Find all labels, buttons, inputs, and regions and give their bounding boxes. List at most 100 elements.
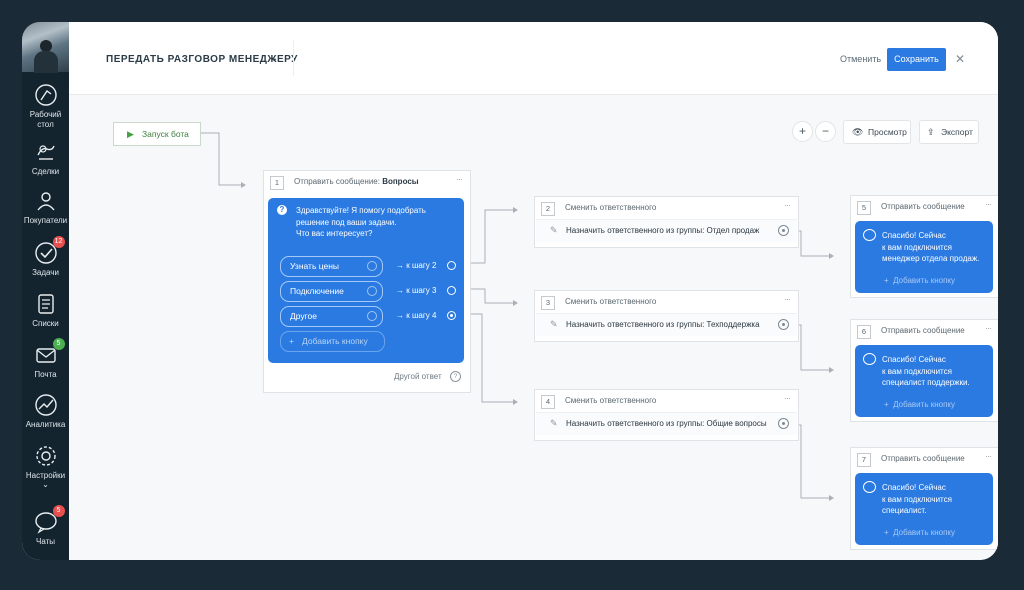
node-title: Отправить сообщение bbox=[881, 202, 965, 211]
export-button[interactable]: ⇪ Экспорт bbox=[919, 120, 979, 144]
sidebar-item-tasks[interactable]: 12 Задачи bbox=[22, 236, 69, 278]
start-node[interactable]: ▶ Запуск бота bbox=[113, 122, 201, 146]
message-node[interactable]: 7 Отправить сообщение ··· Спасибо! Сейча… bbox=[850, 447, 998, 550]
avatar[interactable] bbox=[22, 22, 69, 73]
output-port[interactable] bbox=[447, 286, 456, 295]
chat-icon bbox=[863, 481, 876, 493]
goto-label: → к шагу 4 bbox=[396, 311, 437, 320]
more-icon[interactable]: ··· bbox=[784, 294, 791, 304]
target-icon[interactable] bbox=[778, 418, 789, 429]
node-number: 2 bbox=[541, 202, 555, 216]
preview-label: Просмотр bbox=[868, 127, 907, 137]
assign-node[interactable]: 3 Сменить ответственного ··· ✎ Назначить… bbox=[534, 290, 799, 342]
message-bubble: Спасибо! Сейчас к вам подключится специа… bbox=[855, 473, 993, 545]
assign-row[interactable]: ✎ Назначить ответственного из группы: От… bbox=[536, 219, 797, 242]
more-icon[interactable]: ··· bbox=[784, 200, 791, 210]
assign-text: Назначить ответственного из группы: Отде… bbox=[566, 226, 760, 235]
sidebar-item-customers[interactable]: Покупатели bbox=[22, 188, 69, 226]
assign-row[interactable]: ✎ Назначить ответственного из группы: Об… bbox=[536, 412, 797, 435]
node-title: Отправить сообщение: Вопросы bbox=[294, 177, 419, 186]
option-button[interactable]: Другое bbox=[280, 306, 383, 327]
pencil-icon: ✎ bbox=[550, 418, 558, 428]
eye-icon: 👁 bbox=[852, 127, 864, 137]
chat-icon bbox=[863, 229, 876, 241]
pencil-icon: ✎ bbox=[550, 225, 558, 235]
preview-button[interactable]: 👁 Просмотр bbox=[843, 120, 911, 144]
export-label: Экспорт bbox=[941, 127, 973, 137]
more-icon[interactable]: ··· bbox=[985, 323, 992, 333]
sidebar-item-settings[interactable]: Настройки ⌄ bbox=[22, 443, 69, 489]
node-number: 3 bbox=[541, 296, 555, 310]
divider bbox=[293, 40, 294, 76]
more-icon[interactable]: ··· bbox=[985, 451, 992, 461]
cancel-button[interactable]: Отменить bbox=[840, 54, 881, 64]
assign-node[interactable]: 2 Сменить ответственного ··· ✎ Назначить… bbox=[534, 196, 799, 248]
node-title: Сменить ответственного bbox=[565, 396, 657, 405]
node-title: Отправить сообщение bbox=[881, 454, 965, 463]
sidebar-item-label: Списки bbox=[32, 319, 59, 328]
assign-text: Назначить ответственного из группы: Техп… bbox=[566, 320, 760, 329]
add-button[interactable]: + Добавить кнопку bbox=[280, 331, 385, 352]
add-button[interactable]: + Добавить кнопку bbox=[884, 528, 955, 537]
plus-icon: + bbox=[289, 336, 294, 346]
play-icon: ▶ bbox=[127, 129, 134, 139]
node-number: 7 bbox=[857, 453, 871, 467]
chats-icon: 5 bbox=[33, 505, 65, 535]
message-node[interactable]: 5 Отправить сообщение ··· Спасибо! Сейча… bbox=[850, 195, 998, 298]
message-bubble: Спасибо! Сейчас к вам подключится менедж… bbox=[855, 221, 993, 293]
goto-label: → к шагу 3 bbox=[396, 286, 437, 295]
node-number: 1 bbox=[270, 176, 284, 190]
output-port[interactable] bbox=[447, 261, 456, 270]
node-number: 5 bbox=[857, 201, 871, 215]
mail-icon: 5 bbox=[33, 338, 65, 368]
target-icon[interactable] bbox=[778, 319, 789, 330]
help-icon[interactable]: ? bbox=[450, 371, 461, 382]
flow-canvas[interactable]: + − 👁 Просмотр ⇪ Экспорт ▶ Запуск бота 1… bbox=[69, 94, 998, 560]
option-button[interactable]: Узнать цены bbox=[280, 256, 383, 277]
sidebar-item-label: Аналитика bbox=[25, 420, 66, 429]
collapse-icon[interactable]: ⌄ bbox=[22, 481, 69, 489]
sidebar-item-desktop[interactable]: Рабочий стол bbox=[22, 82, 69, 130]
message-node[interactable]: 6 Отправить сообщение ··· Спасибо! Сейча… bbox=[850, 319, 998, 422]
more-icon[interactable]: ··· bbox=[784, 393, 791, 403]
tasks-badge: 12 bbox=[52, 236, 65, 248]
add-button[interactable]: + Добавить кнопку bbox=[884, 276, 955, 285]
assign-node[interactable]: 4 Сменить ответственного ··· ✎ Назначить… bbox=[534, 389, 799, 441]
add-button[interactable]: + Добавить кнопку bbox=[884, 400, 955, 409]
more-icon[interactable]: ··· bbox=[456, 174, 463, 184]
sidebar-item-mail[interactable]: 5 Почта bbox=[22, 338, 69, 380]
deals-icon bbox=[33, 139, 59, 165]
sidebar-item-lists[interactable]: Списки bbox=[22, 291, 69, 329]
node-title: Отправить сообщение bbox=[881, 326, 965, 335]
message-bubble: Спасибо! Сейчас к вам подключится специа… bbox=[855, 345, 993, 417]
tasks-icon: 12 bbox=[33, 236, 65, 266]
target-icon[interactable] bbox=[778, 225, 789, 236]
save-button[interactable]: Сохранить bbox=[887, 48, 946, 71]
assign-row[interactable]: ✎ Назначить ответственного из группы: Те… bbox=[536, 313, 797, 336]
message-text: Спасибо! Сейчас к вам подключится специа… bbox=[882, 483, 952, 515]
zoom-out-button[interactable]: − bbox=[815, 121, 836, 142]
start-node-label: Запуск бота bbox=[142, 129, 189, 139]
option-button[interactable]: Подключение bbox=[280, 281, 383, 302]
sidebar-item-label: Сделки bbox=[31, 167, 60, 176]
more-icon[interactable]: ··· bbox=[985, 199, 992, 209]
sidebar: Рабочий стол Сделки Покупатели 12 Задачи bbox=[22, 22, 69, 560]
close-icon[interactable]: ✕ bbox=[955, 52, 965, 66]
assign-text: Назначить ответственного из группы: Общи… bbox=[566, 419, 767, 428]
analytics-icon bbox=[33, 392, 59, 418]
question-node[interactable]: 1 Отправить сообщение: Вопросы ··· ? Здр… bbox=[263, 170, 471, 393]
header: ПЕРЕДАТЬ РАЗГОВОР МЕНЕДЖЕРУ ⌄ Отменить С… bbox=[69, 22, 998, 95]
sidebar-item-label: Задачи bbox=[32, 268, 59, 277]
desktop-icon bbox=[33, 82, 59, 108]
sidebar-item-analytics[interactable]: Аналитика bbox=[22, 392, 69, 430]
chevron-down-icon[interactable]: ⌄ bbox=[270, 53, 278, 64]
app-frame: Рабочий стол Сделки Покупатели 12 Задачи bbox=[22, 22, 998, 560]
pencil-icon: ✎ bbox=[550, 319, 558, 329]
lists-icon bbox=[33, 291, 59, 317]
other-answer-label: Другой ответ bbox=[394, 372, 442, 381]
output-port[interactable] bbox=[447, 311, 456, 320]
sidebar-item-deals[interactable]: Сделки bbox=[22, 139, 69, 177]
question-icon: ? bbox=[277, 205, 287, 215]
zoom-in-button[interactable]: + bbox=[792, 121, 813, 142]
sidebar-item-chats[interactable]: 5 Чаты bbox=[22, 505, 69, 547]
